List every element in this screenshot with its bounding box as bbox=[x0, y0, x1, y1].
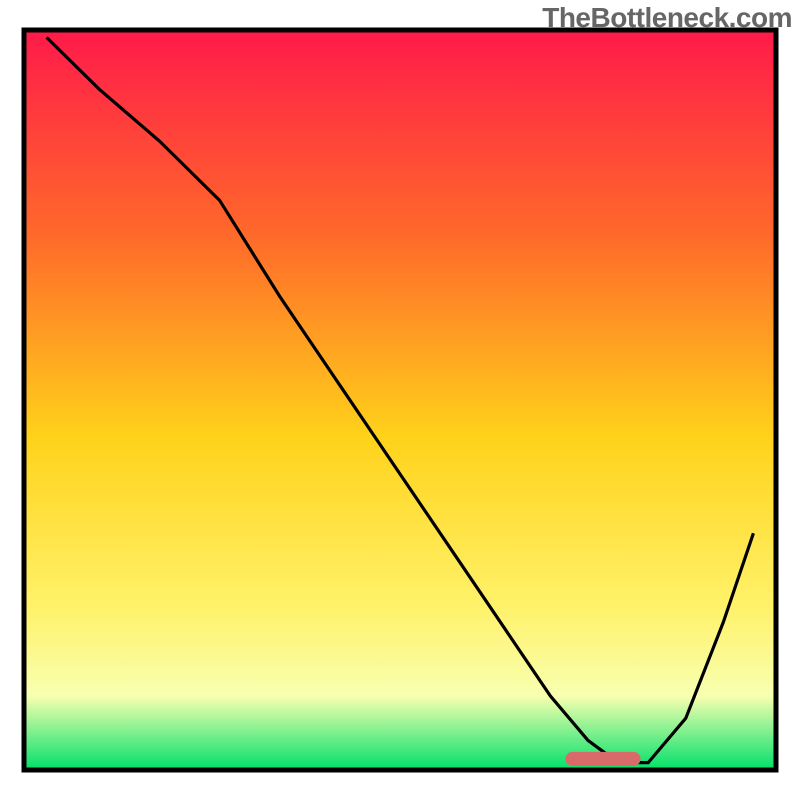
plot-background bbox=[24, 30, 776, 770]
chart-stage: TheBottleneck.com bbox=[0, 0, 800, 800]
optimum-marker bbox=[565, 752, 640, 766]
bottleneck-chart bbox=[0, 0, 800, 800]
